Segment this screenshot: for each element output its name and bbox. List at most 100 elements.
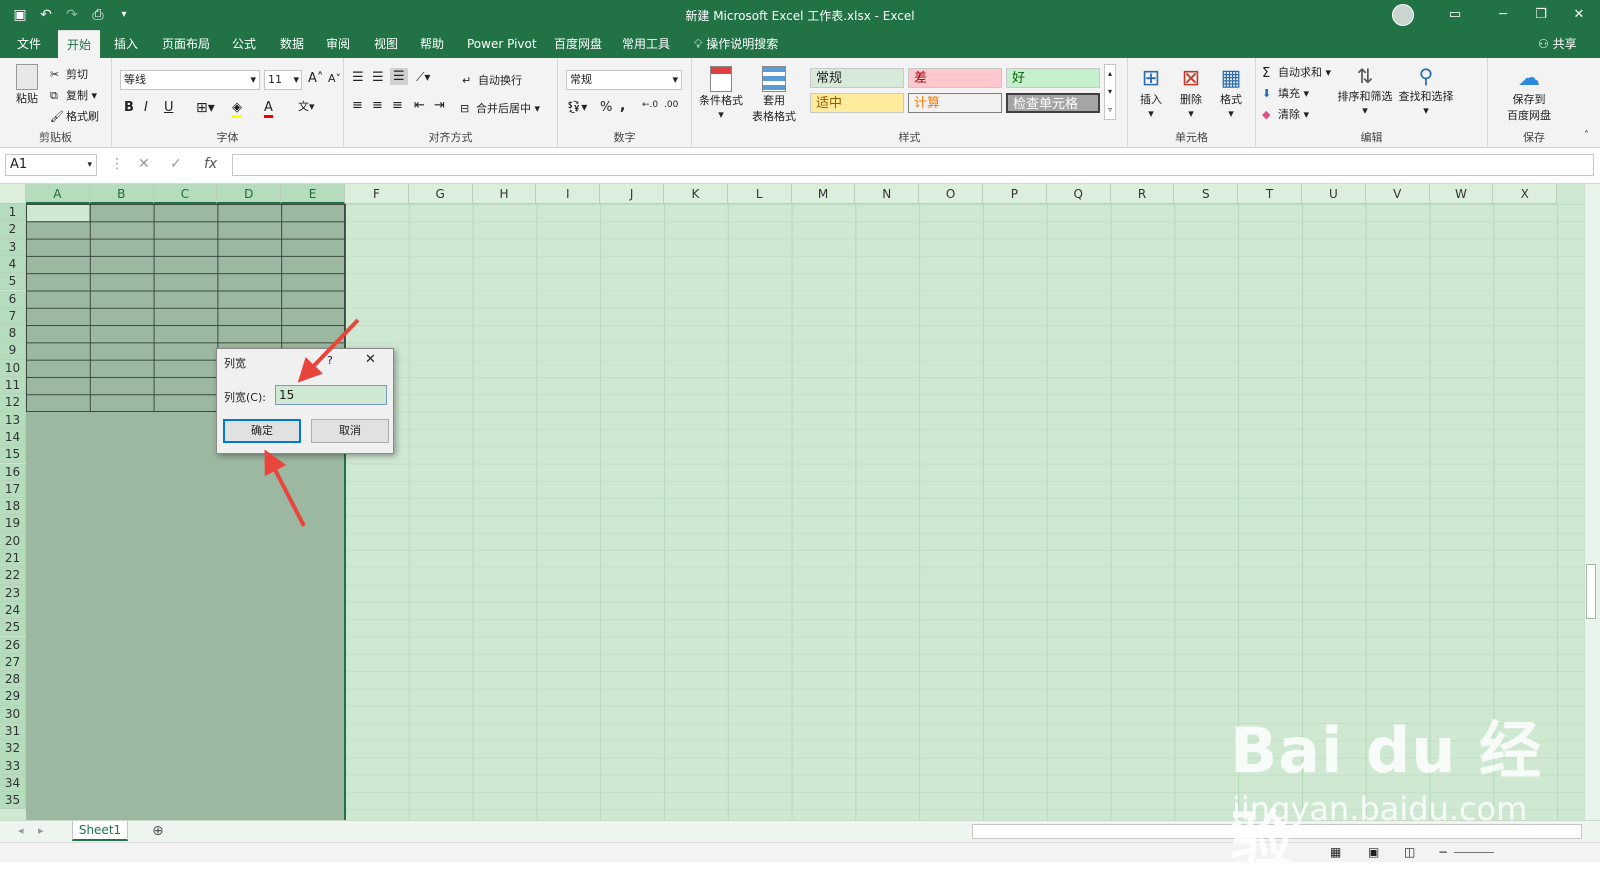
row-header-9[interactable]: 9: [0, 342, 26, 360]
tab-data[interactable]: 数据: [276, 30, 308, 58]
column-header-x[interactable]: X: [1493, 184, 1558, 204]
increase-indent-icon[interactable]: ⇥: [434, 98, 445, 113]
column-header-q[interactable]: Q: [1046, 184, 1111, 204]
prev-sheet-icon[interactable]: ◂: [18, 824, 24, 837]
save-to-netdisk-button[interactable]: ☁ 保存到 百度网盘: [1504, 66, 1554, 123]
insert-cells-button[interactable]: ⊞ 插入 ▾: [1134, 66, 1168, 120]
tab-baidu-netdisk[interactable]: 百度网盘: [550, 30, 606, 58]
tab-common-tools[interactable]: 常用工具: [618, 30, 674, 58]
format-painter-button[interactable]: 🖌︎ 格式刷: [50, 108, 99, 124]
name-box[interactable]: A1 ▾: [5, 154, 97, 176]
copy-button[interactable]: ⧉ 复制 ▾: [50, 87, 97, 103]
row-header-34[interactable]: 34: [0, 774, 26, 793]
font-color-icon[interactable]: A: [264, 100, 273, 118]
column-header-w[interactable]: W: [1429, 184, 1494, 204]
row-header-18[interactable]: 18: [0, 498, 26, 516]
column-header-n[interactable]: N: [855, 184, 920, 204]
column-header-d[interactable]: D: [217, 184, 282, 204]
row-header-25[interactable]: 25: [0, 619, 26, 637]
column-header-h[interactable]: H: [472, 184, 537, 204]
row-header-15[interactable]: 15: [0, 446, 26, 464]
row-header-1[interactable]: 1: [0, 204, 26, 222]
minimize-icon[interactable]: ─: [1488, 4, 1518, 26]
phonetic-icon[interactable]: 文▾: [298, 98, 315, 114]
align-center-icon[interactable]: ≡: [372, 98, 383, 113]
align-middle-icon[interactable]: ☰: [372, 70, 384, 85]
column-header-f[interactable]: F: [345, 184, 409, 204]
column-header-m[interactable]: M: [791, 184, 856, 204]
select-all-corner[interactable]: [0, 184, 26, 204]
row-header-26[interactable]: 26: [0, 636, 26, 654]
column-header-j[interactable]: J: [600, 184, 664, 204]
formula-input[interactable]: [232, 154, 1594, 176]
cut-button[interactable]: ✂ 剪切: [50, 66, 88, 82]
tab-review[interactable]: 审阅: [322, 30, 354, 58]
merge-center-button[interactable]: ⊟ 合并后居中 ▾: [460, 100, 540, 116]
row-header-32[interactable]: 32: [0, 740, 26, 758]
decrease-decimal-icon[interactable]: .00: [664, 100, 678, 110]
cancel-button[interactable]: 取消: [311, 419, 389, 443]
column-header-v[interactable]: V: [1365, 184, 1430, 204]
row-header-16[interactable]: 16: [0, 463, 26, 481]
styles-gallery-scroll[interactable]: ▴ ▾ ▿: [1104, 64, 1116, 120]
row-header-22[interactable]: 22: [0, 567, 26, 585]
column-header-k[interactable]: K: [664, 184, 728, 204]
column-header-s[interactable]: S: [1174, 184, 1239, 204]
row-header-3[interactable]: 3: [0, 238, 26, 256]
new-sheet-icon[interactable]: ⊕: [152, 823, 164, 839]
row-header-8[interactable]: 8: [0, 325, 26, 343]
help-icon[interactable]: ?: [327, 354, 333, 367]
account-avatar[interactable]: [1392, 4, 1414, 26]
row-header-20[interactable]: 20: [0, 532, 26, 550]
vertical-scroll-thumb[interactable]: [1586, 564, 1596, 619]
style-calculation[interactable]: 计算: [908, 93, 1002, 113]
align-top-icon[interactable]: ☰: [352, 70, 364, 85]
restore-icon[interactable]: ❐: [1526, 4, 1556, 26]
sheet-tab-sheet1[interactable]: Sheet1: [72, 821, 128, 841]
style-good[interactable]: 好: [1006, 68, 1100, 88]
grow-font-icon[interactable]: A˄: [308, 71, 323, 86]
row-header-12[interactable]: 12: [0, 394, 26, 412]
font-name-select[interactable]: 等线 ▾: [120, 70, 260, 90]
borders-icon[interactable]: ⊞▾: [196, 100, 215, 116]
sort-filter-button[interactable]: ⇅ 排序和筛选 ▾: [1336, 64, 1394, 117]
column-width-input[interactable]: 15: [275, 385, 387, 405]
wrap-text-button[interactable]: ↵ 自动换行: [462, 72, 522, 88]
row-header-6[interactable]: 6: [0, 290, 26, 308]
column-header-g[interactable]: G: [408, 184, 473, 204]
find-select-button[interactable]: ⚲ 查找和选择 ▾: [1396, 64, 1456, 117]
row-header-2[interactable]: 2: [0, 221, 26, 239]
style-bad[interactable]: 差: [908, 68, 1002, 88]
format-as-table-button[interactable]: 套用 表格格式: [748, 66, 800, 124]
tab-file[interactable]: 文件: [13, 30, 45, 58]
row-header-7[interactable]: 7: [0, 307, 26, 326]
row-header-31[interactable]: 31: [0, 723, 26, 741]
ok-button[interactable]: 确定: [223, 419, 301, 443]
conditional-format-button[interactable]: 条件格式 ▾: [698, 66, 744, 121]
column-header-o[interactable]: O: [919, 184, 983, 204]
row-header-27[interactable]: 27: [0, 653, 26, 672]
tab-help[interactable]: 帮助: [416, 30, 448, 58]
underline-button[interactable]: U: [164, 100, 174, 115]
increase-decimal-icon[interactable]: ←.0: [642, 100, 658, 110]
style-normal[interactable]: 常规: [810, 68, 904, 88]
currency-icon[interactable]: 💱︎▾: [566, 100, 587, 114]
insert-function-button[interactable]: fx: [204, 156, 217, 172]
row-header-19[interactable]: 19: [0, 515, 26, 533]
column-header-e[interactable]: E: [281, 184, 345, 204]
tab-power-pivot[interactable]: Power Pivot: [463, 30, 541, 58]
column-header-t[interactable]: T: [1238, 184, 1302, 204]
style-check-cell[interactable]: 检查单元格: [1006, 93, 1100, 113]
autosum-button[interactable]: Σ 自动求和 ▾: [1262, 64, 1331, 81]
close-icon[interactable]: ✕: [365, 352, 376, 367]
tell-me-search[interactable]: 💡︎ 操作说明搜索: [694, 30, 778, 58]
column-header-l[interactable]: L: [727, 184, 792, 204]
fill-color-icon[interactable]: ◈: [232, 100, 242, 118]
column-header-c[interactable]: C: [153, 184, 218, 204]
orientation-icon[interactable]: ⟋▾: [416, 70, 430, 85]
fill-button[interactable]: ⬇ 填充 ▾: [1262, 85, 1309, 101]
font-size-select[interactable]: 11 ▾: [264, 70, 302, 90]
tab-page-layout[interactable]: 页面布局: [158, 30, 214, 58]
italic-button[interactable]: I: [144, 100, 148, 115]
number-format-select[interactable]: 常规 ▾: [566, 70, 682, 90]
